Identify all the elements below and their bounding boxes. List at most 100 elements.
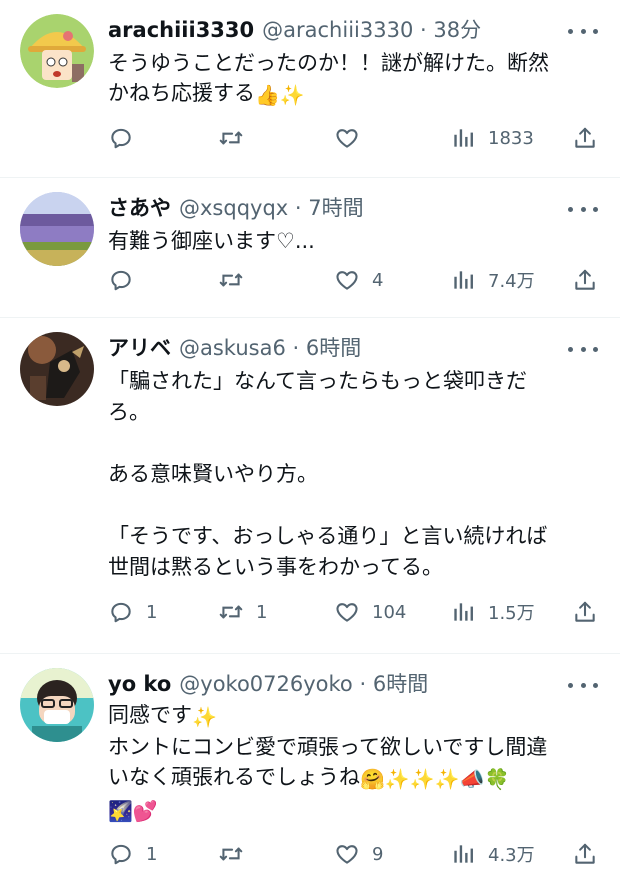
handle-time[interactable]: @xsqqyqx · 7時間 [179, 192, 364, 222]
avatar[interactable] [20, 668, 94, 742]
like-button[interactable]: 104 [334, 596, 406, 628]
reply-count: 1 [146, 843, 158, 865]
retweet-button[interactable] [218, 122, 256, 154]
text-line: 「騙された」なんて言ったらもっと袋叩きだ [108, 369, 527, 393]
avatar[interactable] [20, 332, 94, 406]
text-line: ろ。 [108, 400, 150, 424]
tweet-actions: 4 7.4万 [108, 264, 598, 296]
four-leaf-clover-emoji: 🍀 [484, 767, 510, 791]
display-name[interactable]: yo ko [108, 672, 171, 696]
more-icon[interactable] [568, 679, 598, 691]
view-count: 4.3万 [488, 845, 535, 866]
retweet-button[interactable] [218, 838, 256, 870]
share-icon [572, 841, 598, 867]
tweet-actions: 1833 [108, 122, 598, 154]
display-name[interactable]: arachiii3330 [108, 18, 254, 42]
more-icon[interactable] [568, 25, 598, 37]
handle-time[interactable]: @askusa6 · 6時間 [179, 332, 361, 362]
retweet-button[interactable]: 1 [218, 596, 267, 628]
tweet-header: yo ko @yoko0726yoko · 6時間 [108, 668, 560, 702]
two-hearts-emoji: 💕 [132, 799, 158, 823]
retweet-button[interactable] [218, 264, 256, 296]
more-icon[interactable] [568, 343, 598, 355]
retweet-icon [218, 267, 244, 293]
like-button[interactable] [334, 122, 372, 154]
views-icon [450, 599, 476, 625]
views-button[interactable]: 4.3万 [450, 838, 535, 870]
tweet-header: arachiii3330 @arachiii3330 · 38分 [108, 14, 560, 48]
tweet[interactable]: yo ko @yoko0726yoko · 6時間 同感です ✨ ホントにコンビ愛… [0, 654, 620, 893]
avatar[interactable] [20, 14, 94, 88]
reply-button[interactable] [108, 122, 146, 154]
tweet[interactable]: さあや @xsqqyqx · 7時間 有難う御座います♡... 4 7.4万 [0, 178, 620, 318]
avatar[interactable] [20, 192, 94, 266]
handle[interactable]: @askusa6 [179, 336, 286, 360]
share-icon [572, 599, 598, 625]
timestamp[interactable]: 7時間 [308, 196, 363, 220]
retweet-icon [218, 125, 244, 151]
display-name[interactable]: さあや [108, 192, 171, 222]
share-button[interactable] [572, 122, 598, 154]
text-line: かねち応援する [108, 81, 255, 105]
tweet-text: 「騙された」なんて言ったらもっと袋叩きだ ろ。 ある意味賢いやり方。 「そうです… [108, 366, 596, 583]
reply-button[interactable]: 1 [108, 838, 157, 870]
separator: · [288, 196, 309, 220]
reply-button[interactable] [108, 264, 146, 296]
text-line: 同感です [108, 703, 192, 727]
more-icon[interactable] [568, 203, 598, 215]
like-icon [334, 267, 360, 293]
like-count: 9 [372, 843, 384, 865]
reply-count: 1 [146, 601, 158, 623]
view-count: 1.5万 [488, 603, 535, 624]
timestamp[interactable]: 38分 [433, 18, 481, 42]
text-line: 世間は黙るという事をわかってる。 [108, 555, 443, 579]
handle[interactable]: @xsqqyqx [179, 196, 288, 220]
views-icon [450, 267, 476, 293]
tweet[interactable]: arachiii3330 @arachiii3330 · 38分 そうゆうことだ… [0, 0, 620, 178]
handle[interactable]: @arachiii3330 [262, 18, 413, 42]
separator: · [352, 672, 373, 696]
share-button[interactable] [572, 838, 598, 870]
reply-button[interactable]: 1 [108, 596, 157, 628]
tweet-text: 同感です✨ ホントにコンビ愛で頑張って欲しいですし間違 いなく頑張れるでしょうね… [108, 700, 596, 826]
share-button[interactable] [572, 264, 598, 296]
share-icon [572, 125, 598, 151]
views-button[interactable]: 1833 [450, 122, 534, 154]
tweet[interactable]: アリベ @askusa6 · 6時間 「騙された」なんて言ったらもっと袋叩きだ … [0, 318, 620, 654]
sparkles-emoji: ✨ [279, 83, 305, 107]
share-button[interactable] [572, 596, 598, 628]
text-line: ある意味賢いやり方。 [108, 462, 318, 486]
like-button[interactable]: 9 [334, 838, 383, 870]
reply-icon [108, 841, 134, 867]
hugging-face-emoji: 🤗 [360, 767, 385, 791]
like-count: 104 [372, 601, 407, 623]
tweet-header: さあや @xsqqyqx · 7時間 [108, 192, 560, 226]
sparkles-emoji: ✨ [409, 767, 435, 791]
shooting-star-emoji: 🌠 [108, 799, 133, 823]
separator: · [413, 18, 434, 42]
like-button[interactable]: 4 [334, 264, 383, 296]
sparkles-emoji: ✨ [384, 767, 410, 791]
view-count: 1833 [488, 127, 534, 149]
timestamp[interactable]: 6時間 [373, 672, 428, 696]
text-line: 「そうです、おっしゃる通り」と言い続ければ [108, 524, 548, 548]
views-icon [450, 841, 476, 867]
handle-time[interactable]: @arachiii3330 · 38分 [262, 14, 481, 44]
like-icon [334, 599, 360, 625]
timestamp[interactable]: 6時間 [306, 336, 361, 360]
handle[interactable]: @yoko0726yoko [179, 672, 353, 696]
tweet-actions: 1 9 4.3万 [108, 838, 598, 870]
views-button[interactable]: 1.5万 [450, 596, 535, 628]
like-count: 4 [372, 269, 384, 291]
thumbs-up-emoji: 👍 [255, 83, 280, 107]
sparkles-emoji: ✨ [434, 767, 460, 791]
display-name[interactable]: アリベ [108, 332, 171, 362]
handle-time[interactable]: @yoko0726yoko · 6時間 [179, 668, 428, 698]
share-icon [572, 267, 598, 293]
retweet-count: 1 [256, 601, 268, 623]
views-button[interactable]: 7.4万 [450, 264, 535, 296]
text-line: ホントにコンビ愛で頑張って欲しいですし間違 [108, 735, 548, 759]
reply-icon [108, 125, 134, 151]
